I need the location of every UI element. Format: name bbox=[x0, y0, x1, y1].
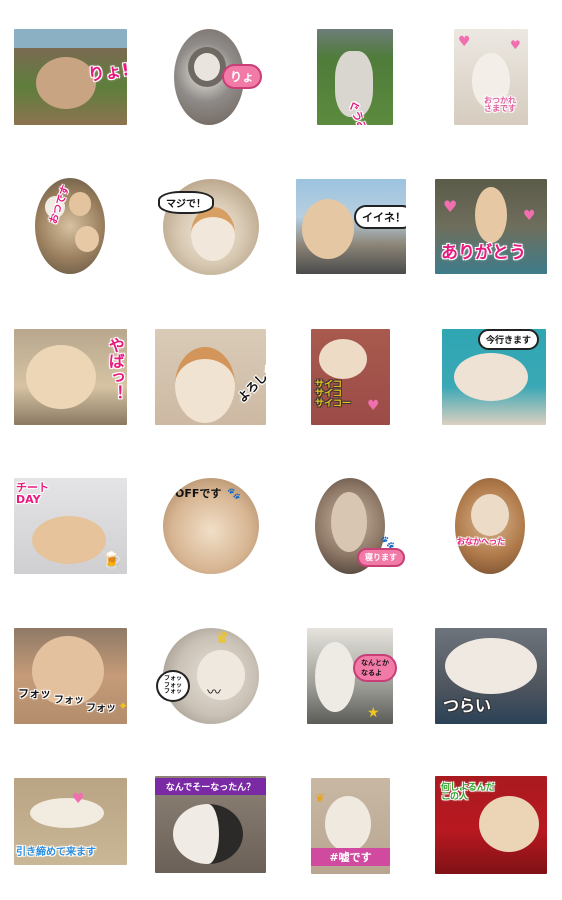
sticker-13[interactable]: 🍺 チート DAY bbox=[14, 478, 127, 574]
speech-bubble: フォッ フォッ フォッ bbox=[156, 670, 191, 702]
cat-figure bbox=[188, 47, 226, 87]
sticker-24[interactable]: 何しよるんだ この人 bbox=[435, 776, 547, 874]
sticker-20[interactable]: つらい bbox=[435, 628, 547, 724]
sticker-21[interactable]: ♥ 引き締めて来ます bbox=[14, 778, 127, 865]
crown-icon: ♛ bbox=[215, 628, 230, 647]
sticker-05[interactable]: おつです bbox=[35, 178, 105, 274]
sticker-23[interactable]: ❦ #嘘です bbox=[311, 778, 390, 874]
sticker-caption: サイコ サイコ サイコー bbox=[315, 380, 352, 409]
cat-figure bbox=[475, 187, 507, 243]
sticker-caption: チート DAY bbox=[16, 481, 49, 506]
sticker-grid: りょ! りょ ぐうみぃ ♥ ♥ おつかれ さまです おつです マジで！ イイネ！ bbox=[0, 0, 562, 900]
heart-icon: ♥ bbox=[523, 208, 536, 224]
sticker-01[interactable]: りょ! bbox=[14, 29, 127, 125]
speech-bubble: 今行きます bbox=[478, 329, 540, 350]
sticker-caption: やばっ！ bbox=[105, 337, 125, 401]
sticker-caption: OFFです bbox=[175, 487, 222, 500]
sticker-03[interactable]: ぐうみぃ bbox=[317, 29, 393, 125]
cat-figure bbox=[32, 516, 106, 564]
sticker-caption: つらい bbox=[443, 696, 492, 715]
heart-icon: ♥ bbox=[458, 34, 471, 50]
cat-figure bbox=[302, 199, 354, 259]
sticker-04[interactable]: ♥ ♥ おつかれ さまです bbox=[454, 29, 528, 125]
sticker-caption: 引き締めて来ます bbox=[16, 847, 96, 858]
sparkle-icon: ✦ bbox=[118, 699, 127, 713]
paw-icon: 🐾 bbox=[227, 487, 241, 500]
cat-figure bbox=[26, 345, 96, 409]
heart-icon: ♥ bbox=[510, 38, 521, 52]
sticker-08[interactable]: ♥ ♥ ありがとう bbox=[435, 179, 547, 274]
sticker-09[interactable]: やばっ！ bbox=[14, 329, 127, 425]
sticker-11[interactable]: ♥ サイコ サイコ サイコー bbox=[311, 329, 390, 425]
cat-figure bbox=[325, 796, 371, 852]
sticker-caption: ありがとう bbox=[441, 243, 526, 263]
cat-figure bbox=[75, 226, 99, 252]
cat-figure bbox=[175, 347, 235, 423]
label-bubble: 寝ります bbox=[357, 548, 405, 567]
cat-figure bbox=[173, 804, 243, 864]
sticker-07[interactable]: イイネ！ bbox=[296, 179, 406, 274]
star-icon: ★ bbox=[367, 705, 380, 721]
speech-bubble: イイネ！ bbox=[354, 205, 406, 229]
cat-figure bbox=[454, 353, 528, 401]
sticker-caption: おつかれ さまです bbox=[484, 96, 516, 114]
heart-icon: ♥ bbox=[443, 197, 458, 216]
cat-figure bbox=[69, 192, 91, 216]
sticker-12[interactable]: 今行きます bbox=[442, 329, 546, 425]
heart-bubble: りょ bbox=[222, 64, 263, 89]
cat-figure bbox=[30, 798, 104, 828]
cat-figure bbox=[315, 642, 355, 712]
sticker-caption: フォッ bbox=[18, 687, 51, 700]
caption-band: #嘘です bbox=[311, 848, 390, 866]
butterfly-icon: ❦ bbox=[315, 791, 326, 805]
speech-bubble: マジで！ bbox=[158, 191, 214, 214]
cat-figure bbox=[479, 796, 539, 852]
heart-bubble: なんとか なるよ bbox=[353, 654, 397, 682]
sticker-caption: 何しよるんだ この人 bbox=[441, 783, 495, 803]
cat-figure bbox=[319, 339, 367, 379]
cat-figure bbox=[191, 207, 235, 261]
sticker-16[interactable]: おなかへった bbox=[455, 478, 525, 574]
sticker-17[interactable]: フォッ フォッ フォッ ✦ bbox=[14, 628, 127, 724]
sticker-caption: フォッ bbox=[86, 703, 116, 714]
mustache-icon: 〰 bbox=[207, 685, 221, 701]
cat-figure bbox=[197, 650, 245, 700]
paw-icon: 🐾 bbox=[380, 535, 395, 549]
sticker-10[interactable]: よろしく bbox=[155, 329, 266, 425]
cat-figure bbox=[471, 494, 509, 536]
heart-icon: ♥ bbox=[367, 398, 380, 414]
cat-figure bbox=[445, 638, 537, 694]
sticker-22[interactable]: なんでそーなったん？ bbox=[155, 776, 266, 873]
beer-icon: 🍺 bbox=[102, 550, 122, 569]
sticker-caption: おなかへった bbox=[457, 537, 505, 546]
heart-icon: ♥ bbox=[72, 791, 85, 807]
cat-figure bbox=[331, 492, 367, 552]
caption-band: なんでそーなったん？ bbox=[155, 778, 266, 795]
sticker-14[interactable]: OFFです 🐾 bbox=[163, 478, 259, 574]
cat-figure bbox=[36, 57, 96, 109]
sticker-caption: フォッ bbox=[54, 695, 84, 706]
